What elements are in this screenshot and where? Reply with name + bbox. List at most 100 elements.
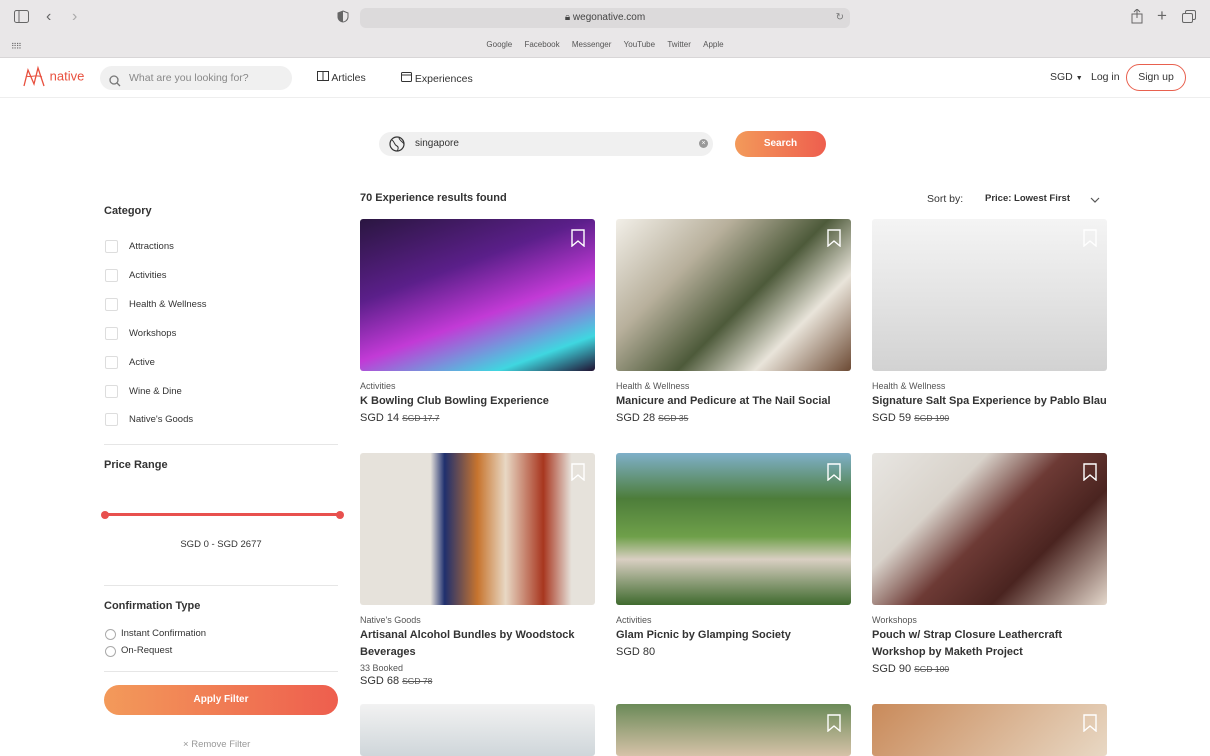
signup-button[interactable]: Sign up <box>1126 64 1186 91</box>
bookmark-icon[interactable] <box>1083 463 1097 481</box>
experience-image <box>360 453 595 605</box>
card-category: Activities <box>360 381 396 391</box>
header-search-placeholder: What are you looking for? <box>129 72 249 84</box>
nav-experiences[interactable]: Experiences <box>401 71 473 85</box>
remove-filter-label: Remove Filter <box>191 739 251 750</box>
nav-articles-label: Articles <box>331 72 366 84</box>
experience-card[interactable]: Health & Wellness Manicure and Pedicure … <box>616 219 851 424</box>
bookmark-icon[interactable] <box>1083 714 1097 732</box>
login-link[interactable]: Log in <box>1091 71 1120 83</box>
card-title[interactable]: Signature Salt Spa Experience by Pablo B… <box>872 393 1107 410</box>
bookmark-icon[interactable] <box>827 229 841 247</box>
checkbox-health-wellness[interactable] <box>105 298 118 311</box>
chevron-down-icon[interactable] <box>1090 195 1100 205</box>
radio-instant-confirmation[interactable] <box>105 629 116 640</box>
card-price-value: SGD 90 <box>872 663 912 675</box>
checkbox-active[interactable] <box>105 356 118 369</box>
card-title[interactable]: Pouch w/ Strap Closure Leathercraft Work… <box>872 627 1107 661</box>
tabs-overview-icon[interactable] <box>1182 10 1196 26</box>
sort-label: Sort by: <box>927 193 964 205</box>
checkbox-workshops[interactable] <box>105 327 118 340</box>
remove-filter-button[interactable]: × Remove Filter <box>183 739 250 750</box>
browser-chrome: ‹ › 🔒︎ wegonative.com ↻ + ⠿⠿ Google Face… <box>0 0 1210 58</box>
url-text: wegonative.com <box>572 12 646 23</box>
price-slider-track[interactable] <box>105 513 340 516</box>
reload-icon[interactable]: ↻ <box>836 8 844 28</box>
category-label: Active <box>129 357 155 368</box>
apply-filter-button[interactable]: Apply Filter <box>104 685 338 715</box>
favorite-apple[interactable]: Apple <box>703 40 723 49</box>
radio-on-request[interactable] <box>105 646 116 657</box>
favorite-messenger[interactable]: Messenger <box>572 40 612 49</box>
divider <box>104 444 338 445</box>
experience-image <box>872 453 1107 605</box>
card-title[interactable]: Manicure and Pedicure at The Nail Social <box>616 393 851 410</box>
close-icon: × <box>183 739 189 750</box>
bookmark-icon[interactable] <box>1083 229 1097 247</box>
back-icon[interactable]: ‹ <box>46 8 51 26</box>
new-tab-icon[interactable]: + <box>1157 6 1167 26</box>
category-label: Health & Wellness <box>129 299 207 310</box>
experience-card[interactable]: Activities Glam Picnic by Glamping Socie… <box>616 453 851 658</box>
price-slider-min-handle[interactable] <box>101 511 109 519</box>
address-bar[interactable]: 🔒︎ wegonative.com ↻ <box>360 8 850 28</box>
card-price: SGD 90 SGD 100 <box>872 663 1107 675</box>
favorite-google[interactable]: Google <box>486 40 512 49</box>
category-label: Native's Goods <box>129 414 194 425</box>
clear-search-icon[interactable]: × <box>699 139 708 148</box>
card-price: SGD 68 SGD 78 <box>360 675 595 687</box>
card-price-value: SGD 80 <box>616 646 656 658</box>
checkbox-activities[interactable] <box>105 269 118 282</box>
card-old-price: SGD 190 <box>914 413 950 423</box>
radio-label: Instant Confirmation <box>121 628 207 639</box>
card-price: SGD 59 SGD 190 <box>872 412 1107 424</box>
category-title: Category <box>104 205 152 217</box>
category-label: Wine & Dine <box>129 386 182 397</box>
experience-card[interactable]: Native's Goods Artisanal Alcohol Bundles… <box>360 453 595 687</box>
checkbox-attractions[interactable] <box>105 240 118 253</box>
currency-selector[interactable]: SGD ▼ <box>1050 71 1083 83</box>
header-search-input[interactable]: What are you looking for? <box>100 66 292 90</box>
card-title[interactable]: Artisanal Alcohol Bundles by Woodstock B… <box>360 627 595 661</box>
search-icon <box>109 72 121 96</box>
experience-card-partial[interactable] <box>872 704 1107 756</box>
sort-select[interactable]: Price: Lowest First <box>985 193 1070 204</box>
card-title[interactable]: K Bowling Club Bowling Experience <box>360 393 595 410</box>
location-search-input[interactable]: singapore × <box>379 132 713 156</box>
location-search-value: singapore <box>415 138 459 149</box>
checkbox-natives-goods[interactable] <box>105 413 118 426</box>
card-title[interactable]: Glam Picnic by Glamping Society <box>616 627 851 644</box>
price-slider-max-handle[interactable] <box>336 511 344 519</box>
experience-card[interactable]: Workshops Pouch w/ Strap Closure Leather… <box>872 453 1107 675</box>
nav-articles[interactable]: Articles <box>317 71 366 84</box>
forward-icon[interactable]: › <box>72 8 77 26</box>
checkbox-wine-dine[interactable] <box>105 385 118 398</box>
bookmark-icon[interactable] <box>827 714 841 732</box>
favorite-youtube[interactable]: YouTube <box>624 40 655 49</box>
share-icon[interactable] <box>1131 8 1143 27</box>
site-header: native What are you looking for? Article… <box>0 58 1210 98</box>
search-button[interactable]: Search <box>735 131 826 157</box>
privacy-shield-icon[interactable] <box>337 10 349 26</box>
experience-image <box>360 219 595 371</box>
currency-label: SGD <box>1050 71 1073 83</box>
favorite-twitter[interactable]: Twitter <box>667 40 691 49</box>
sidebar-toggle-icon[interactable] <box>14 10 29 26</box>
card-price: SGD 28 SGD 35 <box>616 412 851 424</box>
experience-card[interactable]: Health & Wellness Signature Salt Spa Exp… <box>872 219 1107 424</box>
bookmark-icon[interactable] <box>571 229 585 247</box>
category-label: Attractions <box>129 241 174 252</box>
logo[interactable]: native <box>22 64 84 90</box>
experience-card[interactable]: Activities K Bowling Club Bowling Experi… <box>360 219 595 424</box>
favorite-facebook[interactable]: Facebook <box>524 40 559 49</box>
card-booked-count: 33 Booked <box>360 663 404 673</box>
divider <box>104 585 338 586</box>
bookmark-icon[interactable] <box>571 463 585 481</box>
divider <box>104 671 338 672</box>
experience-image <box>872 219 1107 371</box>
lock-icon: 🔒︎ <box>564 12 571 23</box>
card-price-value: SGD 59 <box>872 412 912 424</box>
experience-card-partial[interactable] <box>616 704 851 756</box>
bookmark-icon[interactable] <box>827 463 841 481</box>
experience-card-partial[interactable] <box>360 704 595 756</box>
